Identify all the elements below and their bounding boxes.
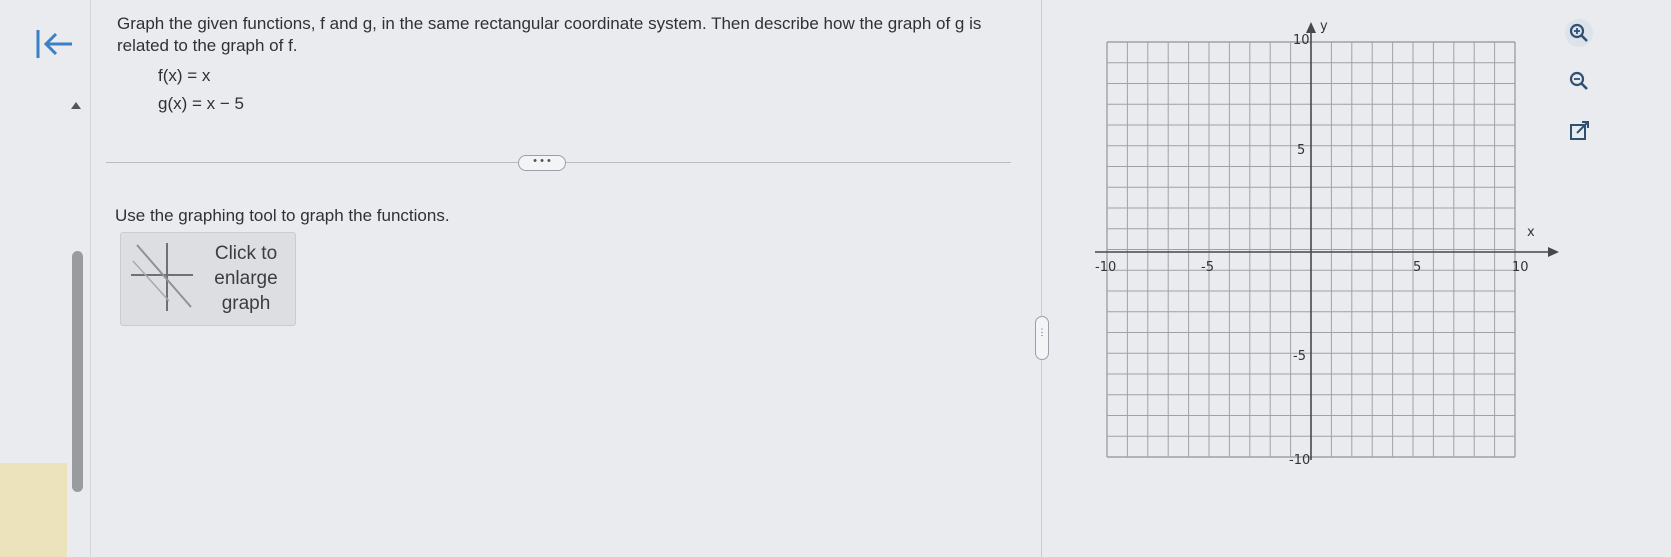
x-axis-label: x	[1527, 225, 1535, 240]
panel-resize-handle[interactable]: ⋮	[1035, 316, 1049, 360]
x-tick-5: 5	[1413, 260, 1421, 275]
scrollbar-thumb[interactable]	[72, 251, 83, 492]
zoom-in-icon[interactable]	[1564, 18, 1594, 48]
f-equation: f(x) = x	[158, 66, 211, 85]
y-axis-label: y	[1320, 19, 1328, 34]
y-tick-5: 5	[1297, 143, 1305, 158]
question-prompt: Graph the given functions, f and g, in t…	[117, 14, 982, 55]
x-tick-10: 10	[1512, 260, 1529, 275]
instruction-text: Use the graphing tool to graph the funct…	[115, 206, 450, 225]
enlarge-label-line-3: graph	[221, 293, 271, 314]
scroll-up-icon[interactable]	[71, 102, 81, 109]
graph-thumbnail-icon	[131, 243, 193, 311]
zoom-out-icon[interactable]	[1564, 66, 1594, 96]
enlarge-label-line-2: enlarge	[214, 268, 278, 289]
x-tick-neg10: -10	[1095, 260, 1116, 275]
y-axis-arrow	[1306, 22, 1316, 33]
panel-divider	[1041, 0, 1042, 557]
y-tick-neg5: -5	[1293, 349, 1306, 364]
coordinate-plane[interactable]: x y -10 -5 5 10 10 5 -5 -10	[1095, 10, 1565, 470]
y-tick-10: 10	[1293, 33, 1310, 48]
g-equation: g(x) = x − 5	[158, 94, 244, 113]
back-arrow-icon[interactable]	[34, 24, 74, 64]
left-rail	[0, 0, 91, 557]
enlarge-graph-button[interactable]: Click to enlarge graph	[120, 232, 296, 326]
x-tick-neg5: -5	[1201, 260, 1214, 275]
enlarge-graph-label: Click to enlarge graph	[203, 241, 289, 316]
enlarge-label-line-1: Click to	[214, 243, 278, 264]
y-tick-neg10: -10	[1289, 453, 1310, 468]
x-axis-arrow	[1548, 247, 1559, 257]
highlight-strip	[0, 463, 67, 557]
popout-icon[interactable]	[1564, 116, 1594, 146]
expand-button[interactable]: • • •	[518, 155, 566, 171]
